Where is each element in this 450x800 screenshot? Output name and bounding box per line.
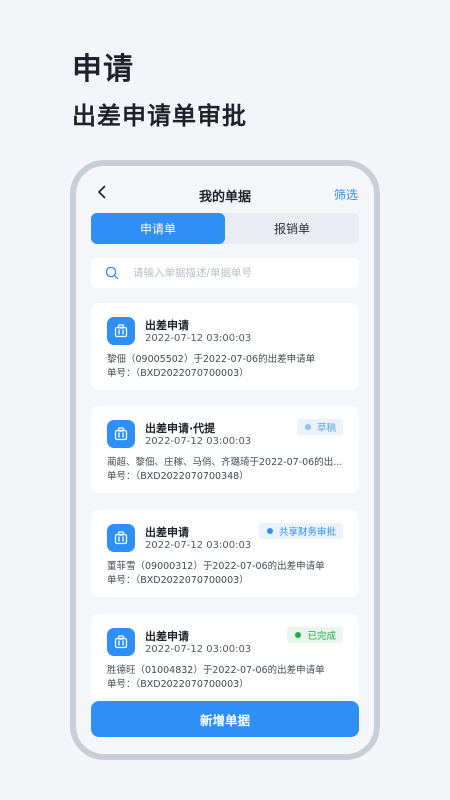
nav-bar: 我的单据 筛选 <box>76 166 374 218</box>
search-icon <box>105 266 119 280</box>
page-title: 我的单据 <box>198 190 251 205</box>
hero-title: 申请 <box>72 52 134 87</box>
status-badge: 共享财务审批 <box>258 523 343 539</box>
card-title: 出差申请 <box>145 319 189 332</box>
phone-frame: 我的单据 筛选 申请单 报销单 出差申请 2022-07 <box>70 160 380 760</box>
status-dot <box>266 528 273 534</box>
document-card[interactable]: 出差申请 2022-07-12 03:00:03 黎佃（09005502）于20… <box>91 303 359 390</box>
card-title: 出差申请 <box>145 630 189 643</box>
card-number: 单号：（BXD2022070700003） <box>107 368 249 379</box>
status-dot <box>304 424 311 430</box>
status-label: 已完成 <box>307 631 336 642</box>
card-description: 黎佃（09005502）于2022-07-06的出差申请单 <box>107 354 316 365</box>
document-card[interactable]: 出差申请 2022-07-12 03:00:03 共享财务审批 董菲雪（0900… <box>91 510 359 597</box>
search-box <box>91 258 359 288</box>
hero-subtitle: 出差申请单审批 <box>72 102 247 130</box>
card-title: 出差申请 <box>145 526 189 539</box>
document-card[interactable]: 出差申请·代提 2022-07-12 03:00:03 草稿 蔺超、黎佃、庄稼、… <box>91 406 359 493</box>
tab-bar: 申请单 报销单 <box>91 213 359 244</box>
card-title: 出差申请·代提 <box>145 422 216 435</box>
document-card[interactable]: 出差申请 2022-07-12 03:00:03 已完成 胜德旺（0100483… <box>91 614 359 701</box>
briefcase-icon <box>107 628 135 656</box>
card-time: 2022-07-12 03:00:03 <box>145 436 252 447</box>
card-number: 单号：（BXD2022070700348） <box>107 471 249 482</box>
card-description: 胜德旺（01004832）于2022-07-06的出差申请单 <box>107 665 325 676</box>
status-dot <box>295 632 302 638</box>
card-time: 2022-07-12 03:00:03 <box>145 540 252 551</box>
status-label: 共享财务审批 <box>278 527 336 538</box>
phone-screen: 我的单据 筛选 申请单 报销单 出差申请 2022-07 <box>76 166 374 754</box>
tab-reimbursement[interactable]: 报销单 <box>225 213 359 244</box>
briefcase-icon <box>107 420 135 448</box>
status-badge: 草稿 <box>296 419 343 435</box>
card-description: 蔺超、黎佃、庄稼、马俏、齐璐琦于2022-07-06的出... <box>107 457 343 468</box>
search-input[interactable] <box>133 267 359 279</box>
tab-application[interactable]: 申请单 <box>91 213 225 244</box>
card-time: 2022-07-12 03:00:03 <box>145 644 252 655</box>
briefcase-icon <box>107 524 135 552</box>
card-description: 董菲雪（09000312）于2022-07-06的出差申请单 <box>107 561 325 572</box>
card-time: 2022-07-12 03:00:03 <box>145 333 252 344</box>
briefcase-icon <box>107 317 135 345</box>
status-badge: 已完成 <box>287 627 343 643</box>
add-document-button[interactable]: 新增单据 <box>91 701 359 737</box>
status-label: 草稿 <box>316 423 336 434</box>
card-number: 单号：（BXD2022070700003） <box>107 575 249 586</box>
card-number: 单号：（BXD2022070700003） <box>107 679 249 690</box>
filter-button[interactable]: 筛选 <box>334 186 358 203</box>
